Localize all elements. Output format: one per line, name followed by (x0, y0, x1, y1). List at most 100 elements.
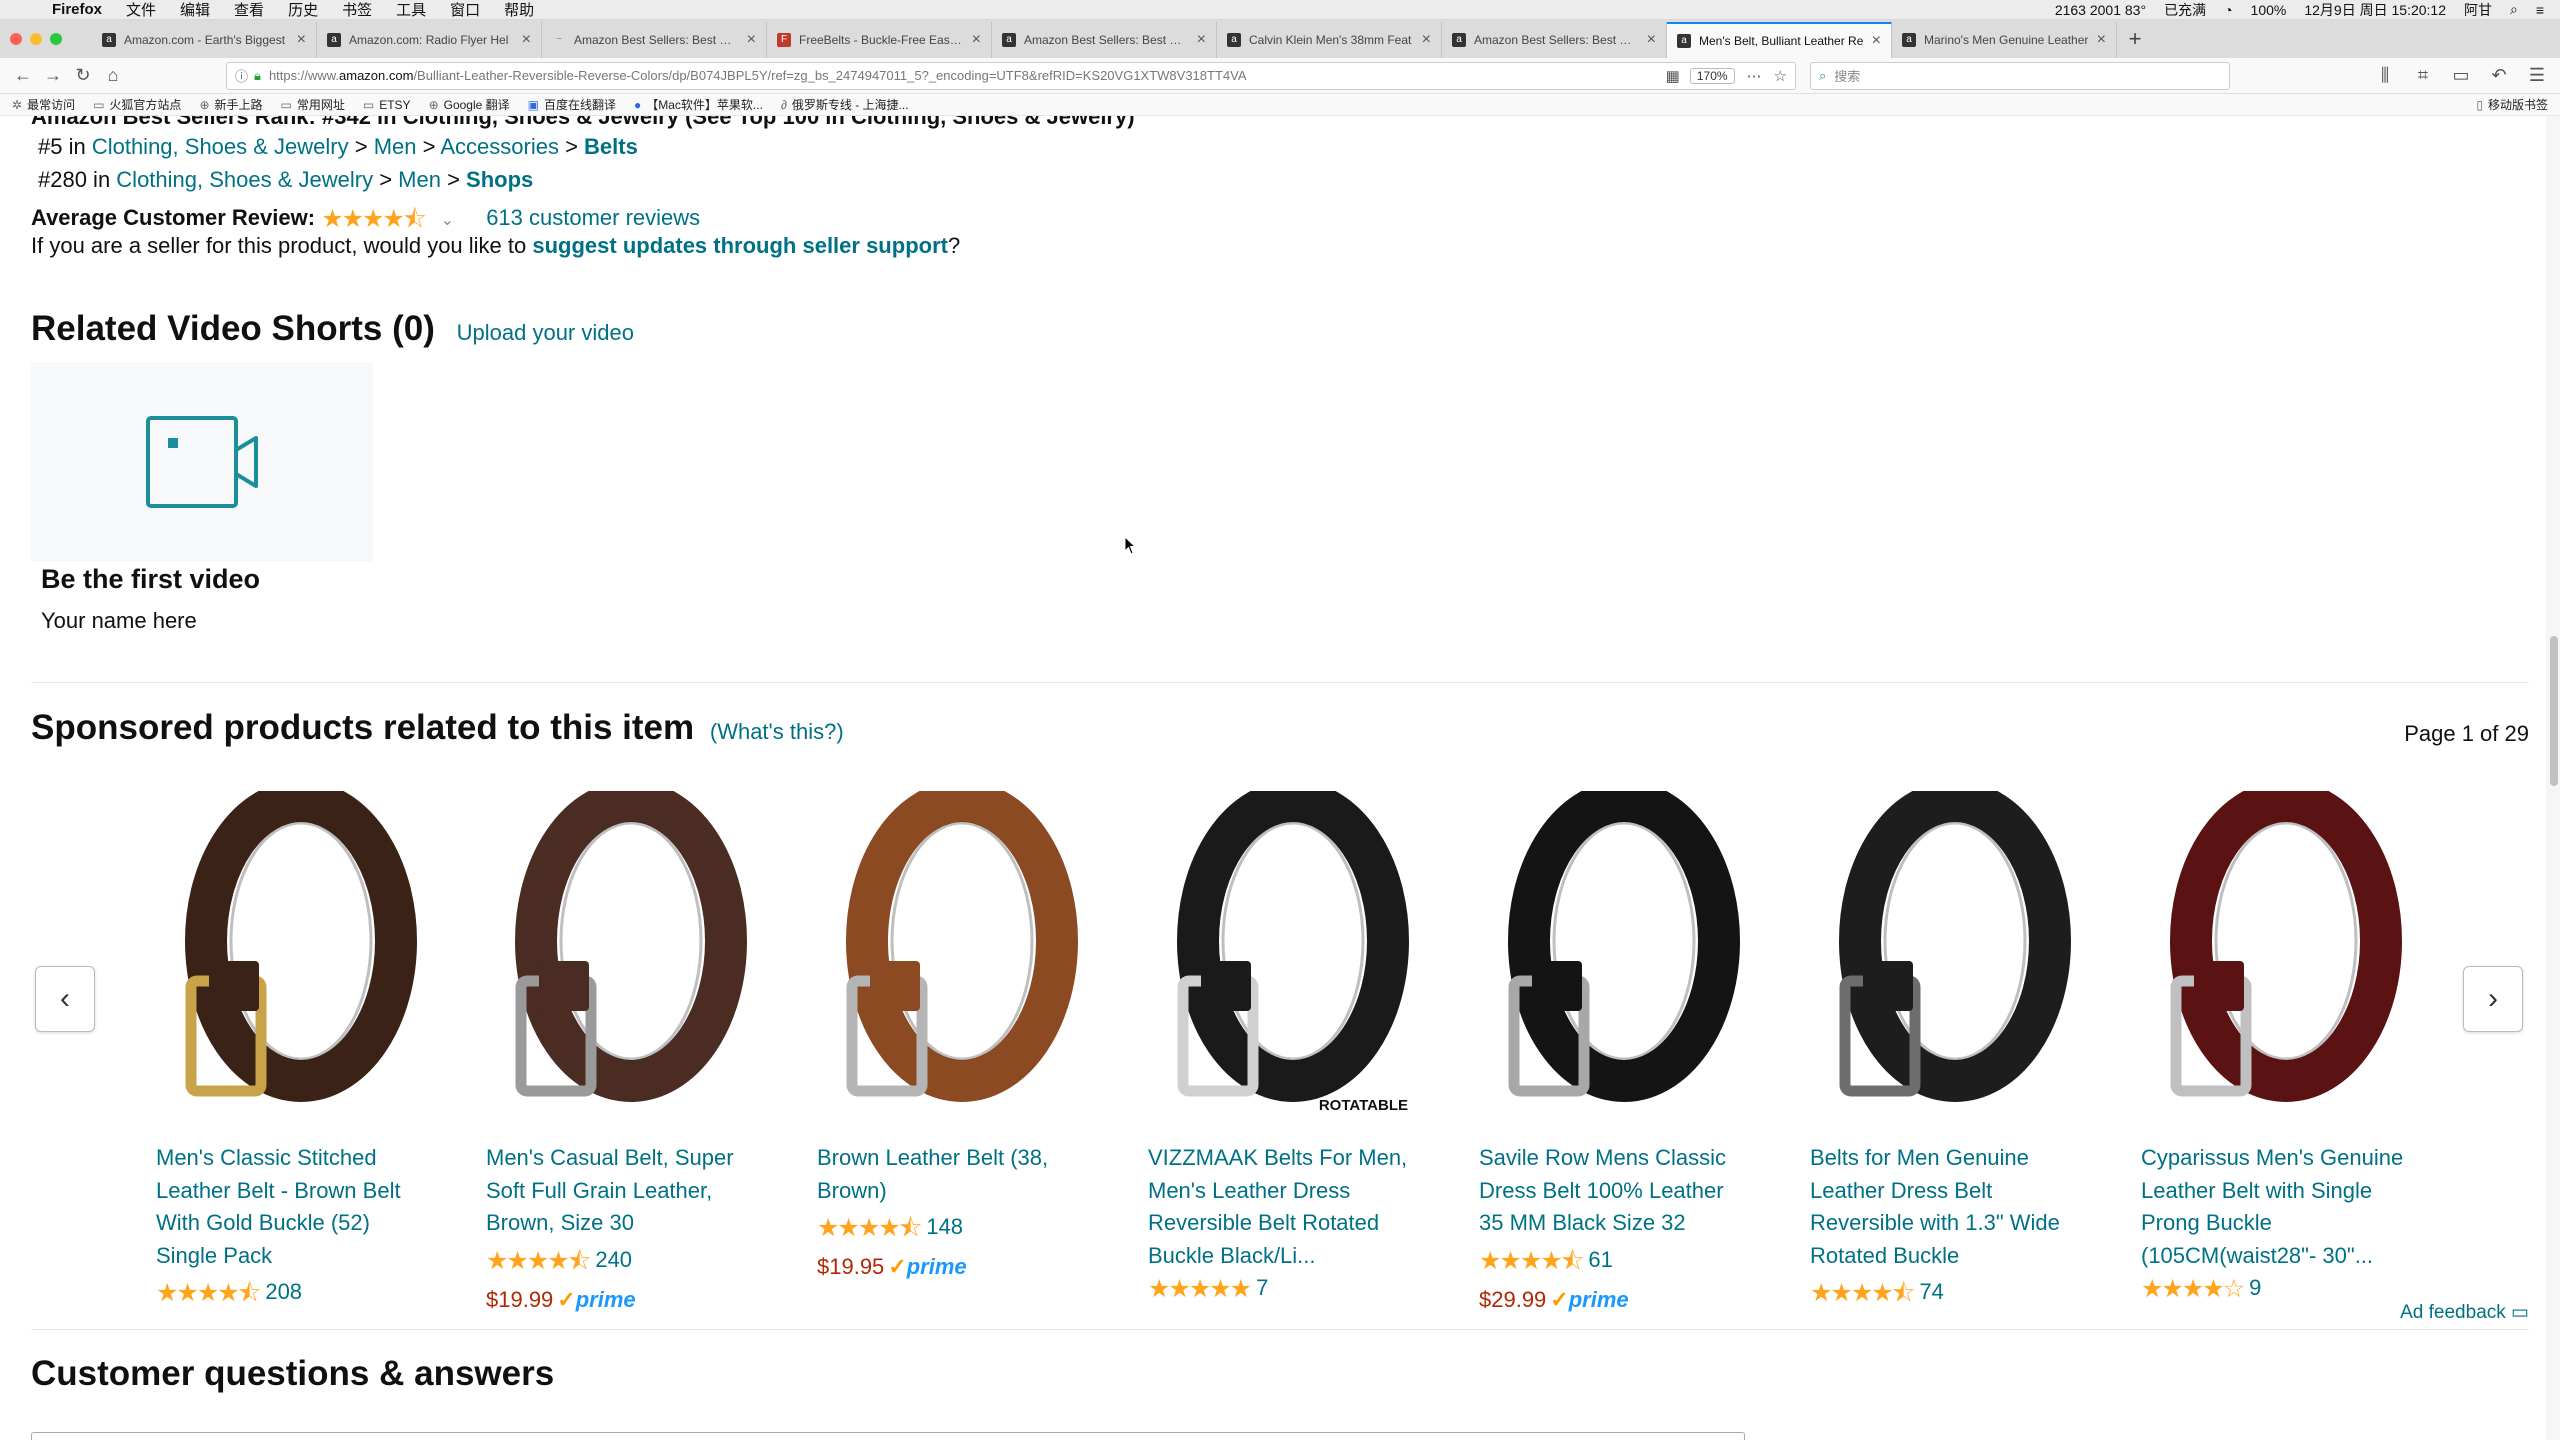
menu-tools[interactable]: 工具 (396, 0, 426, 20)
browser-tab[interactable]: a Calvin Klein Men's 38mm Feat × (1217, 22, 1442, 58)
sidebar-icon[interactable]: ▭ (2446, 61, 2476, 91)
qr-icon[interactable]: ▦ (1666, 67, 1680, 85)
review-count[interactable]: 61 (1588, 1247, 1612, 1272)
product-card[interactable]: ROTATABLE VIZZMAAK Belts For Men, Men's … (1148, 786, 1418, 1304)
reload-icon[interactable]: ↻ (68, 61, 98, 91)
review-count[interactable]: 7 (1256, 1275, 1268, 1300)
menu-hamburger-icon[interactable]: ☰ (2522, 61, 2552, 91)
close-tab-icon[interactable]: × (2097, 31, 2106, 49)
browser-tab[interactable]: F FreeBelts - Buckle-Free Easy C × (767, 22, 992, 58)
menu-bookmarks[interactable]: 书签 (342, 0, 372, 20)
zoom-window-icon[interactable] (50, 33, 62, 45)
video-card-title[interactable]: Be the first video (41, 564, 260, 595)
bookmark-item[interactable]: ⊕ Google 翻译 (429, 96, 510, 113)
product-title-link[interactable]: Men's Classic Stitched Leather Belt - Br… (156, 1142, 426, 1272)
product-title-link[interactable]: Brown Leather Belt (38, Brown) (817, 1142, 1087, 1207)
browser-tab[interactable]: a Amazon.com - Earth's Biggest × (92, 22, 317, 58)
review-count[interactable]: 208 (265, 1279, 302, 1304)
notification-icon[interactable]: ≡ (2536, 2, 2544, 18)
browser-tab[interactable]: a Amazon.com: Radio Flyer Hel × (317, 22, 542, 58)
category-link[interactable]: Belts (584, 134, 638, 159)
search-input[interactable]: ⌕ 搜索 (1810, 61, 2230, 90)
category-link[interactable]: Clothing, Shoes & Jewelry (116, 167, 373, 192)
bookmark-item[interactable]: ✲ 最常访问 (12, 96, 75, 113)
new-tab-button[interactable]: + (2117, 22, 2153, 58)
category-link[interactable]: Shops (466, 167, 533, 192)
bookmark-item[interactable]: ▭ 火狐官方站点 (93, 96, 181, 113)
carousel-next-button[interactable]: › (2463, 966, 2523, 1032)
category-link[interactable]: Men (398, 167, 441, 192)
menu-edit[interactable]: 编辑 (180, 0, 210, 20)
qa-search-input[interactable] (31, 1432, 1745, 1440)
product-title-link[interactable]: VIZZMAAK Belts For Men, Men's Leather Dr… (1148, 1142, 1418, 1272)
carousel-prev-button[interactable]: ‹ (35, 966, 95, 1032)
product-rating[interactable]: ★★★★★ 7 (1148, 1274, 1418, 1304)
review-count[interactable]: 74 (1919, 1279, 1943, 1304)
forward-icon[interactable]: → (38, 61, 68, 91)
close-tab-icon[interactable]: × (1422, 31, 1431, 49)
product-rating[interactable]: ★★★★☆ 9 (2141, 1274, 2411, 1304)
minimize-window-icon[interactable] (30, 33, 42, 45)
product-card[interactable]: Belts for Men Genuine Leather Dress Belt… (1810, 786, 2080, 1317)
product-card[interactable]: Men's Classic Stitched Leather Belt - Br… (156, 786, 426, 1317)
close-window-icon[interactable] (10, 33, 22, 45)
close-tab-icon[interactable]: × (1872, 32, 1881, 50)
product-rating[interactable]: ★★★★⯪ 240 (486, 1242, 756, 1285)
info-icon[interactable]: ⓘ (235, 66, 248, 85)
user-name[interactable]: 阿甘 (2464, 0, 2492, 20)
whats-this-link[interactable]: (What's this?) (710, 719, 844, 744)
scrollbar-thumb[interactable] (2550, 636, 2558, 786)
product-rating[interactable]: ★★★★⯪ 74 (1810, 1274, 2080, 1317)
product-title-link[interactable]: Savile Row Mens Classic Dress Belt 100% … (1479, 1142, 1749, 1240)
close-tab-icon[interactable]: × (747, 31, 756, 49)
close-tab-icon[interactable]: × (972, 31, 981, 49)
product-title-link[interactable]: Belts for Men Genuine Leather Dress Belt… (1810, 1142, 2080, 1272)
bookmark-item[interactable]: ▭ ETSY (363, 98, 411, 112)
category-link[interactable]: Clothing, Shoes & Jewelry (92, 134, 349, 159)
lock-icon[interactable]: 🔒︎ (254, 68, 261, 84)
review-count[interactable]: 9 (2249, 1275, 2261, 1300)
home-icon[interactable]: ⌂ (98, 61, 128, 91)
product-card[interactable]: Men's Casual Belt, Super Soft Full Grain… (486, 786, 756, 1313)
spotlight-icon[interactable]: ⌕ (2510, 1, 2518, 18)
product-image[interactable] (156, 786, 426, 1126)
menu-help[interactable]: 帮助 (504, 0, 534, 20)
product-card[interactable]: Brown Leather Belt (38, Brown) ★★★★⯪ 148 … (817, 786, 1087, 1280)
menu-file[interactable]: 文件 (126, 0, 156, 20)
address-bar[interactable]: ⓘ 🔒︎ https://www.amazon.com/Bulliant-Lea… (226, 61, 1796, 90)
chevron-down-icon[interactable]: ⌄ (441, 212, 454, 229)
close-tab-icon[interactable]: × (522, 31, 531, 49)
menu-view[interactable]: 查看 (234, 0, 264, 20)
product-image[interactable] (817, 786, 1087, 1126)
product-image[interactable] (1479, 786, 1749, 1126)
customer-reviews-link[interactable]: 613 customer reviews (486, 205, 700, 230)
browser-tab[interactable]: a Amazon Best Sellers: Best Men × (1442, 22, 1667, 58)
menu-history[interactable]: 历史 (288, 0, 318, 20)
bookmark-item[interactable]: ∂ 俄罗斯专线 - 上海捷... (781, 96, 909, 113)
clock[interactable]: 12月9日 周日 15:20:12 (2304, 0, 2446, 20)
zoom-indicator[interactable]: 170% (1689, 67, 1735, 84)
browser-tab[interactable]: a Amazon Best Sellers: Best Men × (992, 22, 1217, 58)
screenshot-icon[interactable]: ⌗ (2408, 61, 2438, 91)
menu-app-name[interactable]: Firefox (52, 1, 102, 18)
product-rating[interactable]: ★★★★⯪ 208 (156, 1274, 426, 1317)
page-actions-icon[interactable]: ⋯ (1747, 67, 1762, 85)
seller-support-link[interactable]: suggest updates through seller support (532, 233, 948, 258)
product-card[interactable]: Savile Row Mens Classic Dress Belt 100% … (1479, 786, 1749, 1313)
review-count[interactable]: 240 (595, 1247, 632, 1272)
product-image[interactable] (1810, 786, 2080, 1126)
bookmark-item[interactable]: ▭ 常用网址 (281, 96, 345, 113)
product-title-link[interactable]: Men's Casual Belt, Super Soft Full Grain… (486, 1142, 756, 1240)
product-rating[interactable]: ★★★★⯪ 61 (1479, 1242, 1749, 1285)
product-rating[interactable]: ★★★★⯪ 148 (817, 1209, 1087, 1252)
category-link[interactable]: Men (374, 134, 417, 159)
search-engine-icon[interactable]: ⌕ (1819, 68, 1826, 84)
review-count[interactable]: 148 (926, 1214, 963, 1239)
bookmark-star-icon[interactable]: ☆ (1774, 67, 1787, 85)
video-placeholder[interactable] (31, 362, 373, 562)
page-scrollbar[interactable] (2546, 116, 2560, 1440)
product-image[interactable] (2141, 786, 2411, 1126)
product-image[interactable] (486, 786, 756, 1126)
menu-window[interactable]: 窗口 (450, 0, 480, 20)
ad-feedback[interactable]: Ad feedback ▭ (2400, 1301, 2529, 1324)
